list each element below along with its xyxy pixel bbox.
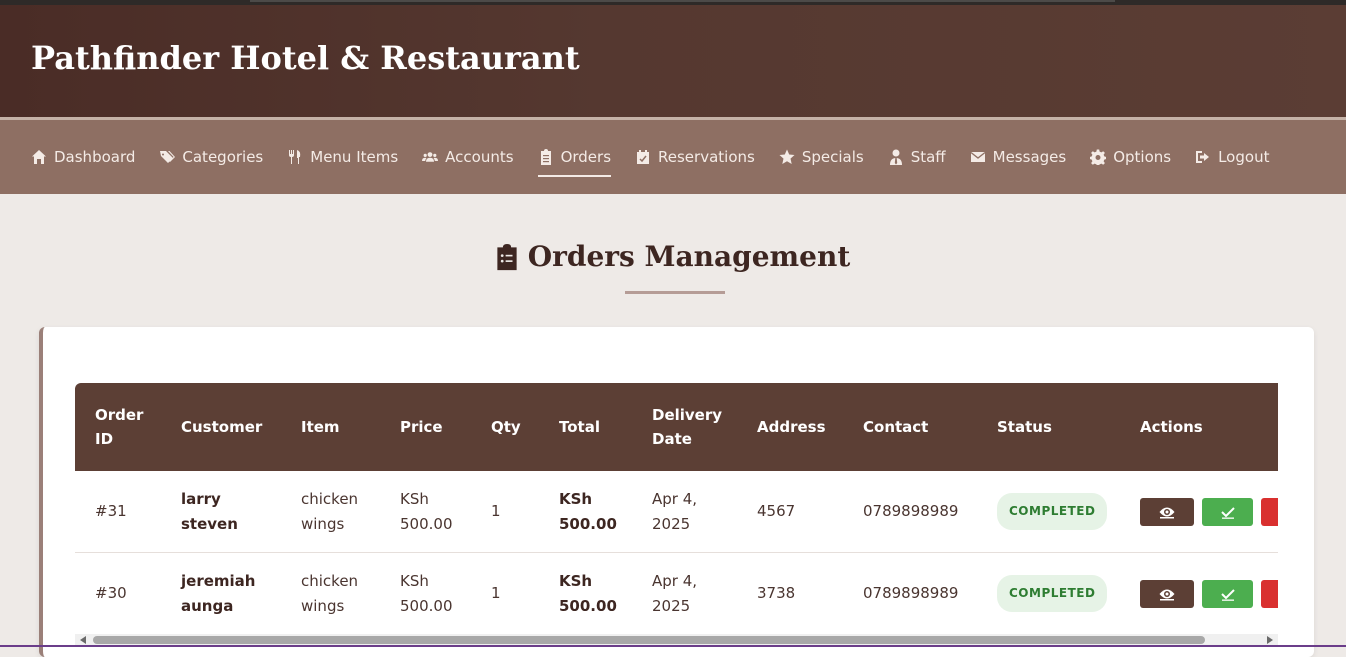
page-heading: Orders Management bbox=[0, 240, 1346, 275]
main-nav: Dashboard Categories Menu Items Accounts… bbox=[0, 120, 1346, 194]
total-cell: KSh 500.00 bbox=[539, 471, 632, 553]
clipboard-list-icon bbox=[540, 149, 551, 165]
mark-complete-button[interactable] bbox=[1202, 497, 1253, 526]
site-header: Pathfinder Hotel & Restaurant bbox=[0, 5, 1346, 117]
check-icon bbox=[1220, 506, 1235, 519]
view-order-button[interactable] bbox=[1140, 579, 1195, 608]
col-order-id[interactable]: Order ID bbox=[75, 383, 161, 471]
eye-icon bbox=[1159, 589, 1175, 600]
nav-item-logout[interactable]: Logout bbox=[1195, 148, 1269, 166]
order-id-cell: #30 bbox=[75, 552, 161, 635]
contact-cell: 0789898989 bbox=[843, 552, 977, 635]
view-order-button[interactable] bbox=[1140, 497, 1195, 526]
nav-label: Staff bbox=[910, 148, 946, 166]
col-total[interactable]: Total bbox=[539, 383, 632, 471]
delivery-date-cell: Apr 4, 2025 bbox=[632, 471, 737, 553]
check-icon bbox=[1220, 588, 1235, 601]
table-header-row: Order ID Customer Item Price Qty Total De… bbox=[75, 383, 1278, 471]
actions-cell bbox=[1120, 471, 1278, 553]
eye-icon bbox=[1159, 507, 1175, 518]
contact-cell: 0789898989 bbox=[843, 471, 977, 553]
table-row: #30 jeremiah aunga chicken wings KSh 500.00… bbox=[75, 552, 1278, 635]
envelope-icon bbox=[970, 151, 986, 162]
delivery-date-cell: Apr 4, 2025 bbox=[632, 552, 737, 635]
nav-item-specials[interactable]: Specials bbox=[779, 148, 864, 166]
col-contact[interactable]: Contact bbox=[843, 383, 977, 471]
col-actions: Actions bbox=[1140, 418, 1203, 436]
order-id-cell: #31 bbox=[75, 471, 161, 553]
total-cell: KSh 500.00 bbox=[539, 552, 632, 635]
orders-card: Order ID Customer Item Price Qty Total De… bbox=[39, 327, 1314, 657]
home-icon bbox=[32, 150, 46, 164]
nav-item-accounts[interactable]: Accounts bbox=[422, 148, 514, 166]
nav-item-menu-items[interactable]: Menu Items bbox=[287, 148, 398, 166]
qty-cell: 1 bbox=[471, 552, 539, 635]
address-cell: 3738 bbox=[737, 552, 843, 635]
col-item[interactable]: Item bbox=[281, 383, 380, 471]
status-cell: COMPLETED bbox=[977, 552, 1120, 635]
price-cell: KSh 500.00 bbox=[380, 471, 471, 553]
calendar-check-icon bbox=[637, 150, 650, 164]
col-qty[interactable]: Qty bbox=[471, 383, 539, 471]
nav-item-staff[interactable]: Staff bbox=[888, 148, 946, 166]
scroll-left-arrow[interactable] bbox=[80, 636, 86, 644]
col-delivery-date[interactable]: Delivery Date bbox=[632, 383, 737, 471]
mark-complete-button[interactable] bbox=[1202, 579, 1253, 608]
delete-order-button[interactable] bbox=[1260, 497, 1278, 526]
gear-icon bbox=[1090, 149, 1107, 165]
nav-item-reservations[interactable]: Reservations bbox=[635, 148, 755, 166]
browser-tab-edge bbox=[250, 0, 1115, 2]
qty-cell: 1 bbox=[471, 471, 539, 553]
table-row: #31 larry steven chicken wings KSh 500.00 1… bbox=[75, 471, 1278, 553]
user-tie-icon bbox=[889, 149, 902, 165]
nav-label: Dashboard bbox=[54, 148, 136, 166]
nav-item-orders[interactable]: Orders bbox=[537, 148, 612, 177]
delete-order-button[interactable] bbox=[1260, 579, 1278, 608]
actions-cell bbox=[1120, 552, 1278, 635]
customer-cell: larry steven bbox=[161, 471, 281, 553]
sign-out-icon bbox=[1196, 151, 1210, 163]
tags-icon bbox=[160, 151, 176, 163]
nav-label: Accounts bbox=[445, 148, 514, 166]
item-cell: chicken wings bbox=[281, 552, 380, 635]
price-cell: KSh 500.00 bbox=[380, 552, 471, 635]
users-icon bbox=[422, 152, 439, 162]
scrollbar-thumb[interactable] bbox=[93, 636, 1205, 644]
nav-label: Options bbox=[1113, 148, 1172, 166]
nav-item-messages[interactable]: Messages bbox=[970, 148, 1067, 166]
orders-table-scroll: Order ID Customer Item Price Qty Total De… bbox=[75, 383, 1278, 643]
nav-label: Specials bbox=[801, 148, 864, 166]
nav-label: Categories bbox=[182, 148, 264, 166]
utensils-icon bbox=[289, 150, 301, 164]
nav-item-categories[interactable]: Categories bbox=[159, 148, 263, 166]
col-status[interactable]: Status bbox=[977, 383, 1120, 471]
nav-label: Logout bbox=[1218, 148, 1270, 166]
nav-label: Messages bbox=[992, 148, 1067, 166]
page-title: Orders Management bbox=[527, 240, 851, 273]
site-title: Pathfinder Hotel & Restaurant bbox=[31, 39, 580, 77]
nav-label: Orders bbox=[560, 148, 612, 166]
nav-label: Menu Items bbox=[310, 148, 399, 166]
col-address[interactable]: Address bbox=[737, 383, 843, 471]
clipboard-list-icon bbox=[497, 243, 517, 270]
scroll-right-arrow[interactable] bbox=[1267, 636, 1273, 644]
nav-label: Reservations bbox=[658, 148, 755, 166]
customer-cell: jeremiah aunga bbox=[161, 552, 281, 635]
nav-item-options[interactable]: Options bbox=[1090, 148, 1171, 166]
status-badge: COMPLETED bbox=[997, 493, 1108, 530]
status-badge: COMPLETED bbox=[997, 575, 1108, 612]
title-underline bbox=[625, 291, 725, 294]
address-cell: 4567 bbox=[737, 471, 843, 553]
orders-table: Order ID Customer Item Price Qty Total De… bbox=[75, 383, 1278, 635]
col-customer[interactable]: Customer bbox=[161, 383, 281, 471]
star-icon bbox=[779, 149, 795, 164]
nav-item-dashboard[interactable]: Dashboard bbox=[31, 148, 135, 166]
status-cell: COMPLETED bbox=[977, 471, 1120, 553]
col-price[interactable]: Price bbox=[380, 383, 471, 471]
item-cell: chicken wings bbox=[281, 471, 380, 553]
